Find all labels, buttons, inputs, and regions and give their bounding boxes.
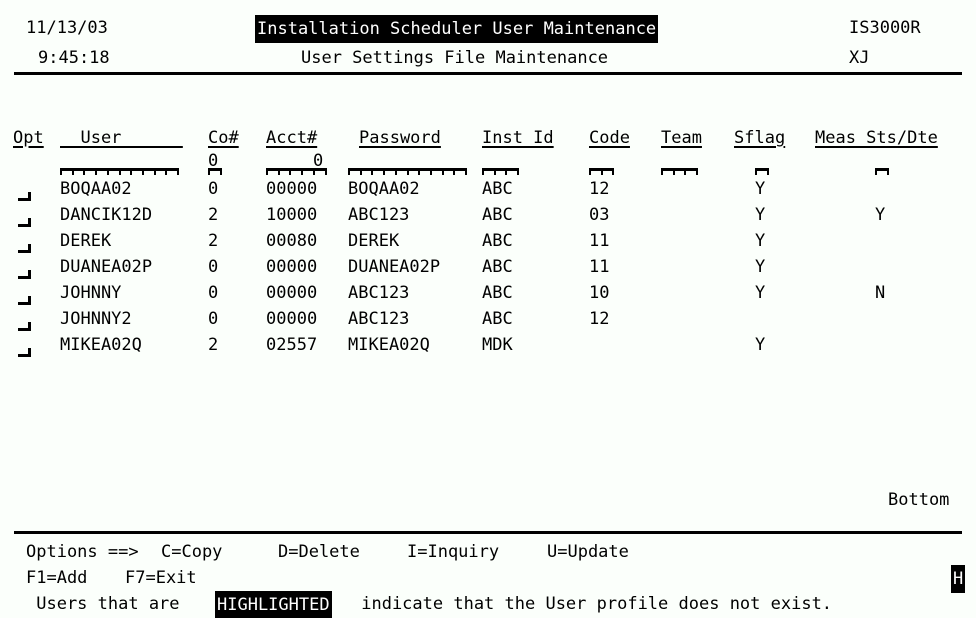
column-header-meas-sts-dte: Meas Sts/Dte [815, 128, 938, 148]
option-update[interactable]: U=Update [547, 539, 629, 565]
cell-user: MIKEA02Q [60, 335, 142, 355]
cell-code: 10 [589, 283, 610, 303]
opt-input-row-3[interactable] [18, 244, 31, 253]
column-header-user: User [60, 128, 183, 148]
header-title: Installation Scheduler User Maintenance [255, 15, 659, 43]
cell-inst-id: ABC [482, 257, 513, 277]
cell-acct: 00000 [266, 283, 318, 303]
options-prompt: Options ==> [26, 542, 139, 562]
cell-code: 11 [589, 257, 610, 277]
opt-input-row-4[interactable] [18, 270, 31, 279]
cell-co: 0 [208, 309, 219, 329]
column-header-code: Code [589, 128, 630, 148]
cell-user: DUANEA02P [60, 257, 153, 277]
cell-inst-id: MDK [482, 335, 513, 355]
cell-meas: N [875, 283, 886, 303]
fkey-add[interactable]: F1=Add [26, 565, 87, 591]
cell-acct: 00080 [266, 231, 318, 251]
cell-co: 0 [208, 179, 219, 199]
cell-sflag: Y [755, 257, 766, 277]
cell-password: ABC123 [348, 205, 410, 225]
header-time: 9:45:18 [38, 48, 110, 68]
header-program-id: IS3000R [849, 18, 921, 38]
cell-password: ABC123 [348, 309, 410, 329]
opt-input-row-5[interactable] [18, 296, 31, 305]
cell-password: MIKEA02Q [348, 335, 430, 355]
cell-user: JOHNNY [60, 283, 122, 303]
footer-note-before: Users that are [26, 594, 190, 614]
cell-code: 12 [589, 179, 610, 199]
cell-password: BOQAA02 [348, 179, 420, 199]
option-inquiry[interactable]: I=Inquiry [407, 539, 499, 565]
cell-co: 2 [208, 335, 219, 355]
message-indicator[interactable]: H [951, 565, 966, 593]
cell-acct: 10000 [266, 205, 318, 225]
fkey-exit[interactable]: F7=Exit [125, 565, 197, 591]
column-header-team: Team [661, 128, 702, 148]
cell-meas: Y [875, 205, 886, 225]
cell-user: BOQAA02 [60, 179, 132, 199]
header-subtitle: User Settings File Maintenance [301, 48, 609, 68]
column-header-password: Password [359, 128, 441, 148]
cell-inst-id: ABC [482, 179, 513, 199]
cell-co: 2 [208, 205, 219, 225]
cell-code: 03 [589, 205, 610, 225]
option-delete[interactable]: D=Delete [278, 539, 360, 565]
column-header-acct: Acct# [266, 128, 318, 148]
status-position: Bottom [888, 490, 950, 510]
footer-separator [14, 531, 962, 534]
cell-acct: 00000 [266, 309, 318, 329]
column-header-sflag: Sflag [734, 128, 786, 148]
header-separator [14, 72, 962, 75]
column-header-opt: Opt [13, 128, 44, 148]
opt-input-row-2[interactable] [18, 218, 31, 227]
footer-note-highlight: HIGHLIGHTED [215, 591, 332, 618]
cell-password: ABC123 [348, 283, 410, 303]
cell-user: JOHNNY2 [60, 309, 132, 329]
cell-sflag: Y [755, 283, 766, 303]
header-terminal-id: XJ [849, 48, 870, 68]
cell-code: 11 [589, 231, 610, 251]
cell-code: 12 [589, 309, 610, 329]
cell-acct: 02557 [266, 335, 318, 355]
cell-sflag: Y [755, 205, 766, 225]
header-date: 11/13/03 [26, 18, 108, 38]
cell-user: DANCIK12D [60, 205, 153, 225]
cell-inst-id: ABC [482, 309, 513, 329]
terminal-screen: 11/13/03 Installation Scheduler User Mai… [0, 0, 976, 618]
cell-inst-id: ABC [482, 205, 513, 225]
opt-input-row-1[interactable] [18, 192, 31, 201]
cell-co: 0 [208, 283, 219, 303]
column-header-inst-id: Inst Id [482, 128, 554, 148]
cell-co: 2 [208, 231, 219, 251]
cell-co: 0 [208, 257, 219, 277]
option-copy[interactable]: C=Copy [161, 539, 222, 565]
opt-input-row-6[interactable] [18, 322, 31, 331]
cell-acct: 00000 [266, 179, 318, 199]
cell-user: DEREK [60, 231, 112, 251]
cell-password: DEREK [348, 231, 400, 251]
cell-inst-id: ABC [482, 231, 513, 251]
cell-sflag: Y [755, 179, 766, 199]
cell-sflag: Y [755, 231, 766, 251]
cell-inst-id: ABC [482, 283, 513, 303]
footer-note-after: indicate that the User profile does not … [351, 594, 833, 614]
opt-input-row-7[interactable] [18, 348, 31, 357]
cell-password: DUANEA02P [348, 257, 441, 277]
cell-sflag: Y [755, 335, 766, 355]
cell-acct: 00000 [266, 257, 318, 277]
